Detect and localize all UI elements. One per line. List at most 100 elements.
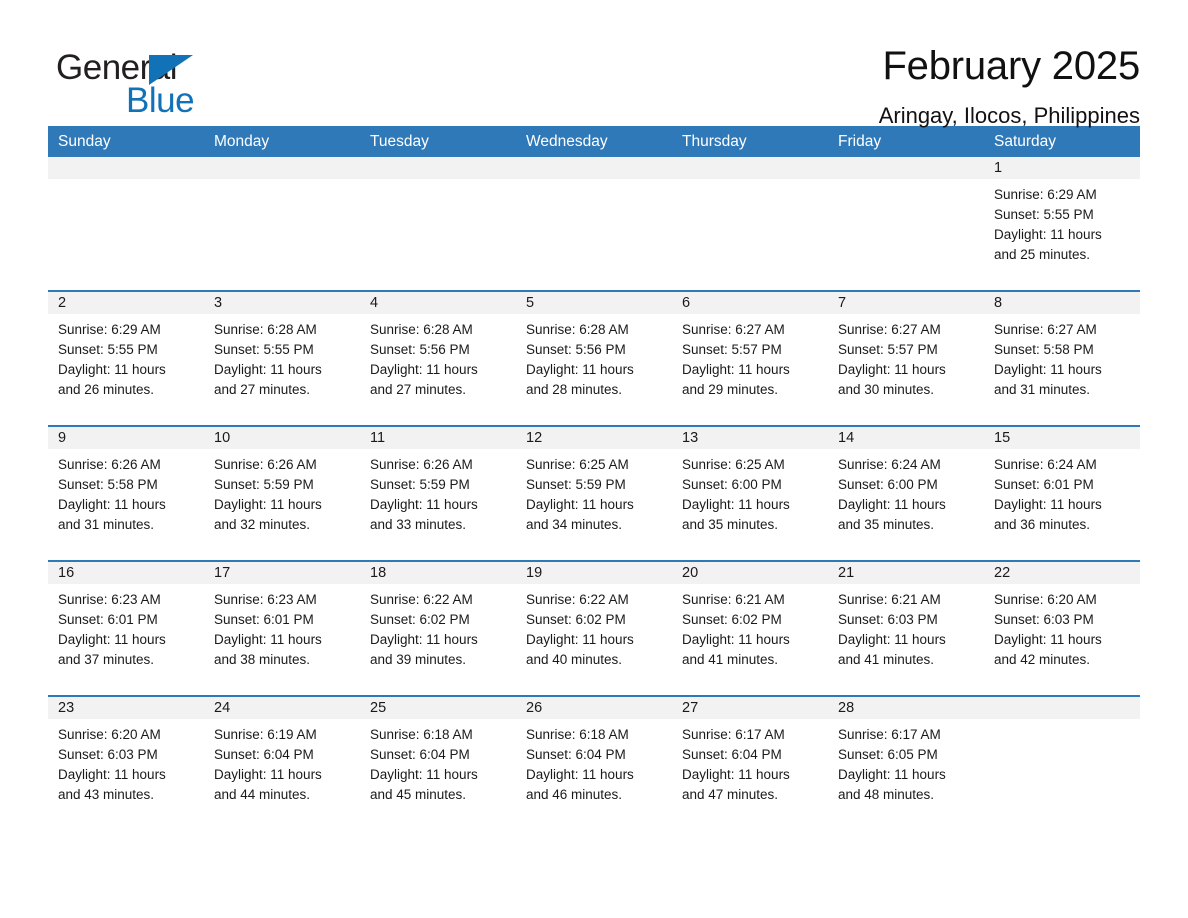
calendar-day-cell[interactable]: 13 Sunrise: 6:25 AM Sunset: 6:00 PM Dayligh… [672, 427, 828, 560]
day-number: 10 [214, 430, 231, 446]
generalblue-logo[interactable]: General Blue [48, 42, 198, 118]
daylight-text-line2: and 36 minutes. [994, 517, 1091, 532]
sunrise-text: Sunrise: 6:23 AM [214, 592, 317, 607]
sunrise-text: Sunrise: 6:24 AM [838, 457, 941, 472]
day-number-strip: 26 [516, 697, 672, 719]
weekday-header-sunday: Sunday [58, 133, 111, 150]
calendar-day-cell[interactable]: 10 Sunrise: 6:26 AM Sunset: 5:59 PM Dayligh… [204, 427, 360, 560]
day-number-strip: 19 [516, 562, 672, 584]
sunrise-text: Sunrise: 6:29 AM [994, 187, 1097, 202]
day-details: Sunrise: 6:18 AM Sunset: 6:04 PM Daylight:… [360, 719, 516, 805]
calendar-day-cell[interactable]: 24 Sunrise: 6:19 AM Sunset: 6:04 PM Dayligh… [204, 697, 360, 830]
sunrise-text: Sunrise: 6:28 AM [370, 322, 473, 337]
day-number-strip [984, 697, 1140, 719]
daylight-text-line1: Daylight: 11 hours [214, 362, 322, 377]
day-number-strip: 13 [672, 427, 828, 449]
logo-text-blue: Blue [126, 81, 195, 120]
daylight-text-line2: and 27 minutes. [214, 382, 311, 397]
calendar-day-cell[interactable]: 2 Sunrise: 6:29 AM Sunset: 5:55 PM Daylight… [48, 292, 204, 425]
daylight-text-line2: and 32 minutes. [214, 517, 311, 532]
daylight-text-line2: and 25 minutes. [994, 247, 1091, 262]
calendar-day-cell[interactable]: 3 Sunrise: 6:28 AM Sunset: 5:55 PM Daylight… [204, 292, 360, 425]
calendar-day-cell[interactable]: 20 Sunrise: 6:21 AM Sunset: 6:02 PM Dayligh… [672, 562, 828, 695]
daylight-text-line2: and 37 minutes. [58, 652, 155, 667]
day-details [984, 719, 1140, 725]
day-details [672, 179, 828, 185]
calendar-day-cell[interactable]: 26 Sunrise: 6:18 AM Sunset: 6:04 PM Dayligh… [516, 697, 672, 830]
sunset-text: Sunset: 6:02 PM [370, 612, 470, 627]
calendar-day-cell[interactable]: 11 Sunrise: 6:26 AM Sunset: 5:59 PM Dayligh… [360, 427, 516, 560]
day-number-strip: 3 [204, 292, 360, 314]
calendar-day-cell[interactable]: 17 Sunrise: 6:23 AM Sunset: 6:01 PM Dayligh… [204, 562, 360, 695]
weekday-header-friday: Friday [838, 133, 882, 150]
day-number-strip: 23 [48, 697, 204, 719]
daylight-text-line1: Daylight: 11 hours [838, 497, 946, 512]
sunrise-text: Sunrise: 6:26 AM [58, 457, 161, 472]
calendar-day-cell[interactable]: 21 Sunrise: 6:21 AM Sunset: 6:03 PM Dayligh… [828, 562, 984, 695]
calendar-body: 1 Sunrise: 6:29 AM Sunset: 5:55 PM Daylight… [48, 157, 1140, 830]
sunset-text: Sunset: 5:59 PM [370, 477, 470, 492]
calendar-day-cell[interactable]: 25 Sunrise: 6:18 AM Sunset: 6:04 PM Dayligh… [360, 697, 516, 830]
day-number: 23 [58, 700, 75, 716]
daylight-text-line1: Daylight: 11 hours [370, 632, 478, 647]
day-number: 28 [838, 700, 855, 716]
calendar-day-cell[interactable]: 9 Sunrise: 6:26 AM Sunset: 5:58 PM Daylight… [48, 427, 204, 560]
day-details [828, 179, 984, 185]
sunset-text: Sunset: 6:04 PM [526, 747, 626, 762]
calendar-day-cell[interactable]: 18 Sunrise: 6:22 AM Sunset: 6:02 PM Dayligh… [360, 562, 516, 695]
sunrise-text: Sunrise: 6:29 AM [58, 322, 161, 337]
calendar-day-cell[interactable]: 27 Sunrise: 6:17 AM Sunset: 6:04 PM Dayligh… [672, 697, 828, 830]
page-title: February 2025 [882, 44, 1140, 88]
calendar-day-cell[interactable]: 7 Sunrise: 6:27 AM Sunset: 5:57 PM Daylight… [828, 292, 984, 425]
day-details: Sunrise: 6:29 AM Sunset: 5:55 PM Daylight:… [984, 179, 1140, 265]
day-number-strip: 16 [48, 562, 204, 584]
calendar-day-cell[interactable]: 12 Sunrise: 6:25 AM Sunset: 5:59 PM Dayligh… [516, 427, 672, 560]
calendar-day-cell[interactable]: 14 Sunrise: 6:24 AM Sunset: 6:00 PM Dayligh… [828, 427, 984, 560]
sunset-text: Sunset: 5:55 PM [994, 207, 1094, 222]
calendar-empty-cell [828, 157, 984, 290]
daylight-text-line2: and 45 minutes. [370, 787, 467, 802]
daylight-text-line2: and 29 minutes. [682, 382, 779, 397]
day-number: 5 [526, 295, 535, 311]
calendar-day-cell[interactable]: 4 Sunrise: 6:28 AM Sunset: 5:56 PM Daylight… [360, 292, 516, 425]
sunset-text: Sunset: 6:02 PM [682, 612, 782, 627]
day-number-strip [672, 157, 828, 179]
calendar-day-cell[interactable]: 8 Sunrise: 6:27 AM Sunset: 5:58 PM Daylight… [984, 292, 1140, 425]
calendar-page: General Blue February 2025 Aringay, Iloc… [0, 0, 1188, 918]
day-details: Sunrise: 6:23 AM Sunset: 6:01 PM Daylight:… [48, 584, 204, 670]
calendar-day-cell[interactable]: 1 Sunrise: 6:29 AM Sunset: 5:55 PM Daylight… [984, 157, 1140, 290]
calendar-day-cell[interactable]: 23 Sunrise: 6:20 AM Sunset: 6:03 PM Dayligh… [48, 697, 204, 830]
day-number: 2 [58, 295, 67, 311]
calendar-day-cell[interactable]: 15 Sunrise: 6:24 AM Sunset: 6:01 PM Dayligh… [984, 427, 1140, 560]
day-details: Sunrise: 6:19 AM Sunset: 6:04 PM Daylight:… [204, 719, 360, 805]
daylight-text-line2: and 44 minutes. [214, 787, 311, 802]
day-number-strip [48, 157, 204, 179]
sunrise-text: Sunrise: 6:24 AM [994, 457, 1097, 472]
daylight-text-line2: and 41 minutes. [838, 652, 935, 667]
daylight-text-line1: Daylight: 11 hours [994, 632, 1102, 647]
day-details: Sunrise: 6:22 AM Sunset: 6:02 PM Daylight:… [360, 584, 516, 670]
day-number: 11 [370, 430, 386, 446]
sunset-text: Sunset: 5:59 PM [526, 477, 626, 492]
day-number-strip [516, 157, 672, 179]
sunrise-text: Sunrise: 6:25 AM [526, 457, 629, 472]
day-number-strip [204, 157, 360, 179]
daylight-text-line1: Daylight: 11 hours [526, 362, 634, 377]
day-number: 13 [682, 430, 699, 446]
calendar-day-cell[interactable]: 16 Sunrise: 6:23 AM Sunset: 6:01 PM Dayligh… [48, 562, 204, 695]
day-number: 20 [682, 565, 699, 581]
day-number: 18 [370, 565, 387, 581]
calendar-day-cell[interactable]: 22 Sunrise: 6:20 AM Sunset: 6:03 PM Dayligh… [984, 562, 1140, 695]
daylight-text-line2: and 41 minutes. [682, 652, 779, 667]
calendar-day-cell[interactable]: 28 Sunrise: 6:17 AM Sunset: 6:05 PM Dayligh… [828, 697, 984, 830]
calendar-day-cell[interactable]: 5 Sunrise: 6:28 AM Sunset: 5:56 PM Daylight… [516, 292, 672, 425]
sunrise-text: Sunrise: 6:27 AM [682, 322, 785, 337]
page-subtitle: Aringay, Ilocos, Philippines [878, 102, 1140, 128]
calendar-day-cell[interactable]: 6 Sunrise: 6:27 AM Sunset: 5:57 PM Daylight… [672, 292, 828, 425]
calendar-day-cell[interactable]: 19 Sunrise: 6:22 AM Sunset: 6:02 PM Dayligh… [516, 562, 672, 695]
day-number-strip: 22 [984, 562, 1140, 584]
day-details: Sunrise: 6:28 AM Sunset: 5:56 PM Daylight:… [360, 314, 516, 400]
daylight-text-line1: Daylight: 11 hours [214, 632, 322, 647]
day-details: Sunrise: 6:17 AM Sunset: 6:05 PM Daylight:… [828, 719, 984, 805]
sunset-text: Sunset: 5:55 PM [58, 342, 158, 357]
